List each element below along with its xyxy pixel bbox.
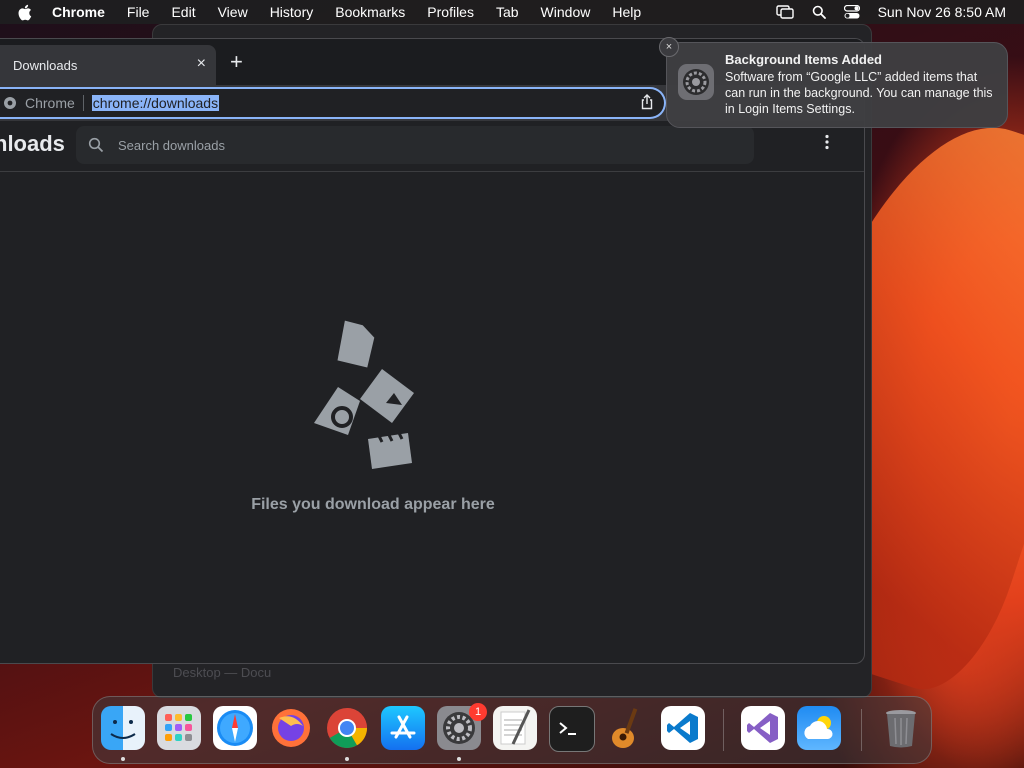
finder-running-dot (121, 757, 125, 761)
more-options-icon[interactable] (824, 134, 830, 155)
tab-close-icon[interactable]: × (197, 56, 206, 72)
notification-close-icon[interactable]: × (659, 37, 679, 57)
app-store-icon[interactable] (381, 706, 425, 750)
notification-title: Background Items Added (725, 52, 882, 67)
background-items-notification[interactable]: × Background Items Added Software from “… (659, 37, 1008, 128)
system-settings-icon (677, 63, 715, 106)
garageband-icon[interactable] (605, 706, 649, 750)
menu-bookmarks[interactable]: Bookmarks (335, 4, 405, 20)
search-icon (88, 137, 104, 153)
dock-separator-trash (861, 709, 862, 751)
textedit-icon[interactable] (493, 706, 537, 750)
page-title: nloads (0, 131, 65, 156)
search-downloads-input[interactable]: Search downloads (76, 126, 754, 164)
chrome-icon[interactable] (325, 706, 369, 750)
tab-downloads[interactable]: Downloads × (0, 45, 216, 85)
menu-app-name[interactable]: Chrome (52, 4, 105, 20)
finder-icon[interactable] (101, 706, 145, 750)
launchpad-icon[interactable] (157, 706, 201, 750)
menu-clock[interactable]: Sun Nov 26 8:50 AM (878, 4, 1006, 20)
settings-running-dot (457, 757, 461, 761)
dock: 1 (92, 696, 932, 764)
weather-icon[interactable] (797, 706, 841, 750)
menu-help[interactable]: Help (612, 4, 641, 20)
new-tab-button[interactable]: + (230, 51, 243, 73)
firefox-icon[interactable] (269, 706, 313, 750)
safari-icon[interactable] (213, 706, 257, 750)
visual-studio-icon[interactable] (741, 706, 785, 750)
tab-title: Downloads (13, 57, 78, 73)
menu-profiles[interactable]: Profiles (427, 4, 474, 20)
site-chip[interactable]: Chrome (3, 95, 75, 111)
menu-view[interactable]: View (218, 4, 248, 20)
dock-separator (723, 709, 724, 751)
notification-body: Software from “Google LLC” added items t… (725, 70, 993, 116)
menu-history[interactable]: History (270, 4, 314, 20)
chrome-window: Downloads × + Chrome chrome://downloads … (0, 38, 865, 664)
spotlight-search-icon[interactable] (812, 5, 826, 19)
empty-state-message: Files you download appear here (251, 496, 495, 513)
menu-tab[interactable]: Tab (496, 4, 519, 20)
address-bar[interactable]: Chrome chrome://downloads (0, 87, 666, 119)
menu-window[interactable]: Window (541, 4, 591, 20)
downloads-header: nloads Search downloads (0, 121, 864, 172)
apple-menu-icon[interactable] (17, 4, 35, 21)
control-center-icon[interactable] (843, 5, 860, 19)
chrome-running-dot (345, 757, 349, 761)
site-chip-label: Chrome (25, 95, 75, 111)
omnibox-separator (82, 95, 84, 111)
screen-mirroring-icon[interactable] (775, 5, 794, 19)
settings-badge: 1 (469, 703, 487, 721)
terminal-icon[interactable] (549, 706, 595, 752)
menu-edit[interactable]: Edit (171, 4, 195, 20)
background-window-text: Desktop — Docu (173, 665, 272, 680)
trash-icon[interactable] (879, 706, 923, 750)
url-text[interactable]: chrome://downloads (91, 95, 220, 111)
menu-bar: Chrome File Edit View History Bookmarks … (0, 0, 1024, 24)
downloads-empty-state: Files you download appear here (0, 171, 864, 663)
share-icon[interactable] (640, 94, 654, 113)
menu-file[interactable]: File (127, 4, 150, 20)
search-placeholder: Search downloads (118, 137, 225, 153)
chrome-logo-icon (4, 97, 16, 109)
vscode-icon[interactable] (661, 706, 705, 750)
empty-downloads-illustration (314, 320, 414, 469)
